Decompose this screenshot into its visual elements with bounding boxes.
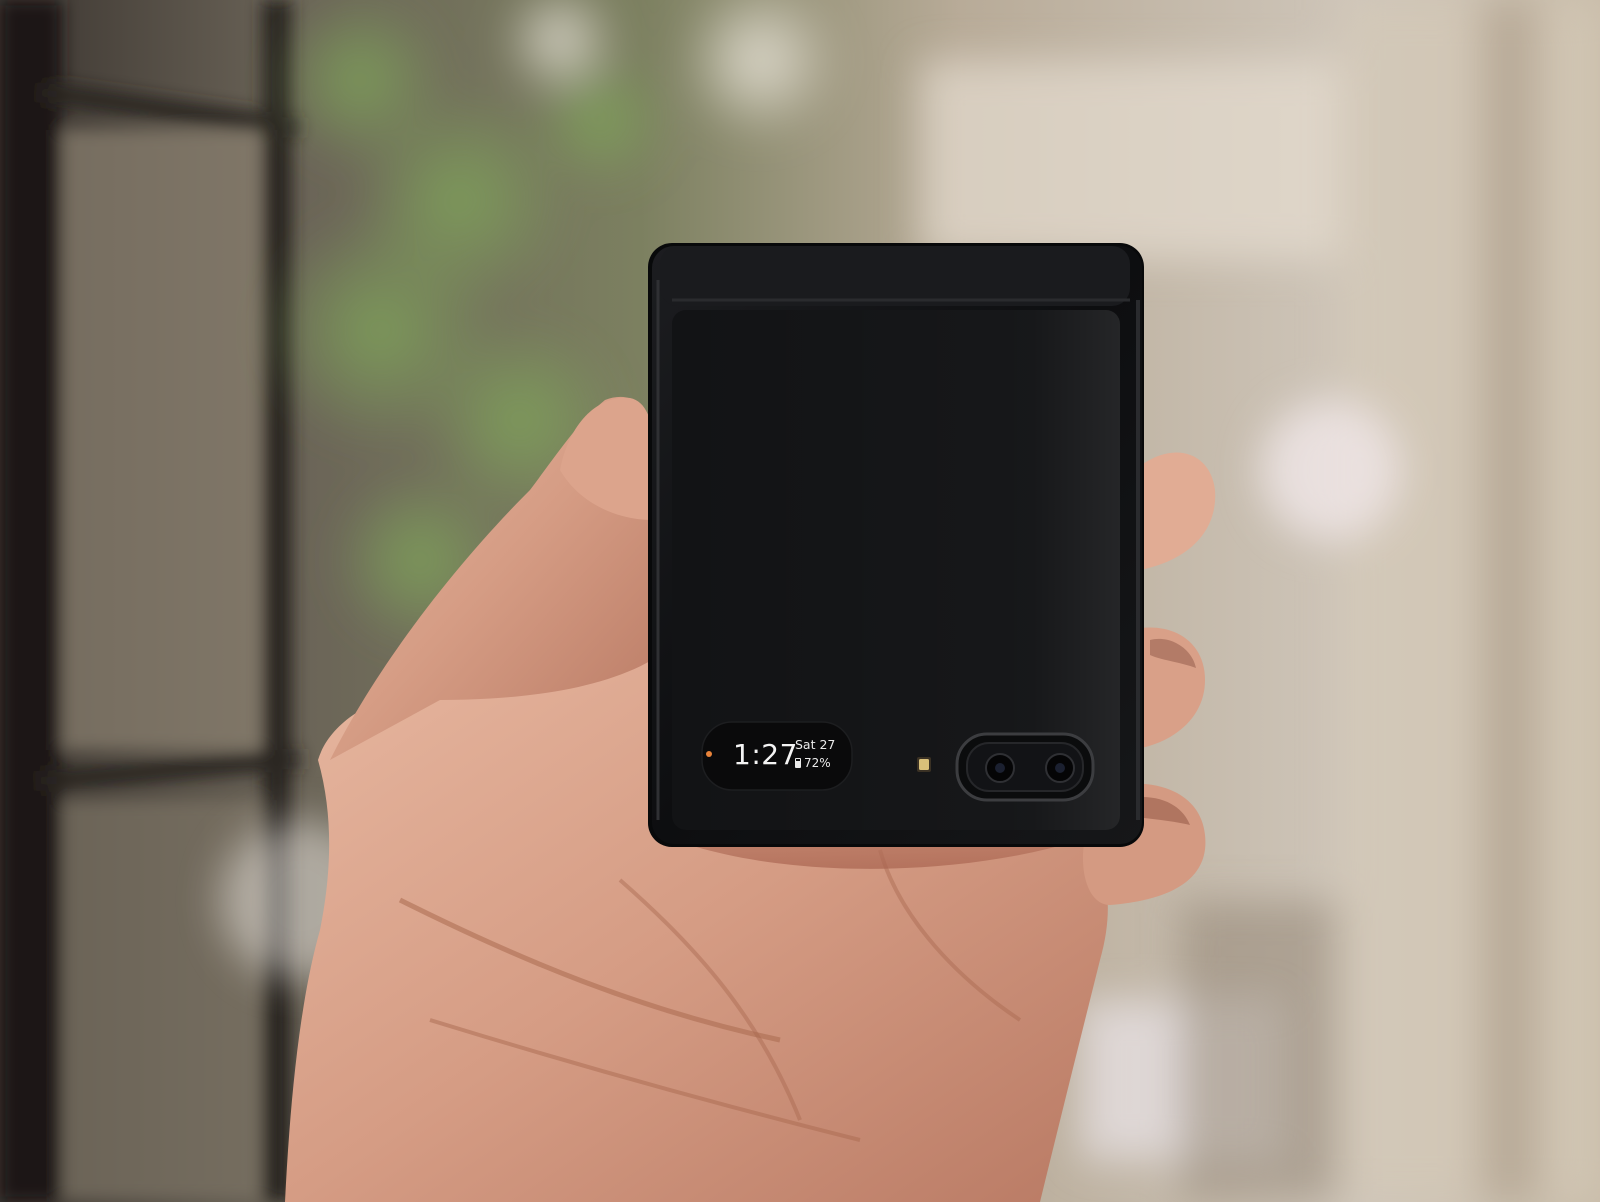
notification-dot-icon: [706, 751, 712, 757]
dual-camera-icon: [955, 732, 1095, 802]
battery-icon: [795, 758, 801, 768]
clock-date: Sat 27: [795, 737, 836, 752]
battery-percent: 72%: [804, 756, 831, 770]
photo-scene: 1:27 Sat 27 72%: [0, 0, 1600, 1202]
flash-icon: [917, 757, 931, 772]
battery-status: 72%: [795, 757, 831, 769]
photo-background: [0, 0, 1600, 1202]
clock-time: 1:27: [733, 738, 798, 771]
cover-screen-widget[interactable]: 1:27 Sat 27 72%: [706, 723, 857, 787]
